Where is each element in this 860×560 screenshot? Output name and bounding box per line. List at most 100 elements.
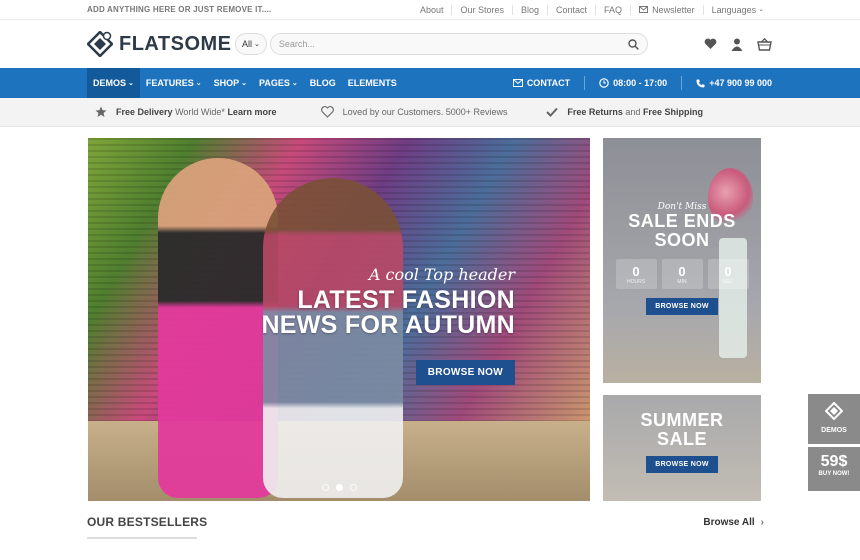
user-icon[interactable]	[731, 38, 743, 51]
chevron-down-icon: ⌄	[254, 41, 260, 48]
feature-reviews-text: Loved by our Customers. 5000+ Reviews	[342, 107, 508, 117]
nav-item-shop[interactable]: SHOP ⌄	[208, 68, 253, 98]
sale-banner-content: Don't Miss SALE ENDS SOON 0 HOURS 0 MIN 0S…	[603, 138, 761, 383]
top-link-our-stores[interactable]: Our Stores	[451, 4, 512, 15]
countdown-timer: 0 HOURS 0 MIN 0 SEC	[603, 259, 761, 289]
sale-browse-button[interactable]: BROWSE NOW	[646, 298, 718, 315]
promo-text: ADD ANYTHING HERE OR JUST REMOVE IT....	[87, 5, 272, 14]
logo[interactable]: FLATSOME	[87, 31, 235, 57]
hero-copy: A cool Top header LATEST FASHION NEWS FO…	[261, 265, 515, 338]
heart-outline-icon	[320, 106, 334, 118]
buy-now-floating-button[interactable]: 59$ BUY NOW!	[808, 447, 860, 491]
nav-phone-label: +47 900 99 000	[709, 78, 772, 88]
slider-dot[interactable]	[350, 484, 357, 491]
top-link-contact[interactable]: Contact	[547, 4, 595, 15]
summer-banner-content: SUMMER SALE BROWSE NOW	[603, 395, 761, 501]
demos-floating-label: DEMOS	[821, 427, 847, 434]
search-input[interactable]: Search...	[269, 33, 648, 55]
nav-item-elements[interactable]: ELEMENTS	[342, 68, 403, 98]
feature-normal: World Wide*	[175, 107, 225, 117]
slider-dot[interactable]	[322, 484, 329, 491]
nav-divider	[584, 76, 586, 90]
countdown-unit: HOURS	[626, 278, 646, 285]
top-links: About Our Stores Blog Contact FAQ Newsle…	[412, 4, 772, 15]
browse-all-label: Browse All	[703, 516, 755, 528]
feature-bold: Free Shipping	[642, 107, 703, 117]
summer-title-line-2: SALE	[656, 429, 707, 449]
price-label: 59$	[820, 453, 848, 470]
search-bar: All ⌄ Search...	[235, 33, 648, 55]
chevron-right-icon: ›	[760, 516, 764, 528]
feature-bold: Free Returns	[567, 107, 623, 117]
nav-phone[interactable]: +47 900 99 000	[696, 78, 772, 88]
nav-label: DEMOS	[93, 78, 127, 88]
top-link-blog[interactable]: Blog	[512, 4, 547, 15]
nav-label: PAGES	[259, 78, 290, 88]
nav-item-blog[interactable]: BLOG	[304, 68, 342, 98]
chevron-down-icon: ⌄	[291, 80, 298, 87]
summer-browse-button[interactable]: BROWSE NOW	[646, 456, 718, 473]
nav-contact-link[interactable]: CONTACT	[512, 78, 570, 88]
countdown-value: 0	[724, 263, 732, 279]
search-icon[interactable]	[628, 38, 639, 50]
slider-dots	[322, 484, 357, 491]
envelope-icon	[512, 79, 523, 87]
buy-now-label: BUY NOW!	[818, 471, 850, 477]
header-icons	[704, 37, 772, 51]
chevron-down-icon: ⌄	[758, 5, 764, 13]
search-category-value: All	[242, 39, 253, 49]
countdown-value: 0	[632, 263, 640, 279]
summer-title-line-1: SUMMER	[640, 410, 724, 430]
sale-title: SALE ENDS SOON	[603, 212, 761, 250]
envelope-icon	[639, 6, 649, 13]
sale-title-line-1: SALE ENDS	[628, 211, 736, 231]
sale-banner[interactable]: Don't Miss SALE ENDS SOON 0 HOURS 0 MIN 0S…	[603, 138, 761, 383]
nav-hours-label: 08:00 - 17:00	[613, 78, 668, 88]
nav-label: FEATURES	[145, 78, 194, 88]
chevron-down-icon: ⌄	[195, 80, 202, 87]
feature-text: Free Delivery World Wide* Learn more	[116, 107, 276, 117]
learn-more-link[interactable]: Learn more	[227, 107, 276, 117]
nav-item-demos[interactable]: DEMOS ⌄	[87, 68, 140, 98]
feature-free-delivery: Free Delivery World Wide* Learn more	[95, 106, 321, 118]
hero-title-line-1: LATEST FASHION	[297, 286, 515, 314]
sale-title-line-2: SOON	[654, 230, 710, 250]
logo-text: FLATSOME	[119, 32, 232, 55]
star-icon	[95, 106, 107, 117]
feature-normal: and	[625, 107, 641, 117]
newsletter-label: Newsletter	[652, 4, 695, 15]
site-header: FLATSOME All ⌄ Search...	[0, 20, 860, 68]
bestsellers-header: OUR BESTSELLERS Browse All ›	[0, 507, 860, 539]
main-nav: DEMOS ⌄ FEATURES ⌄ SHOP ⌄ PAGES ⌄ BLOG ELEME…	[0, 68, 860, 98]
bestsellers-title: OUR BESTSELLERS	[87, 515, 208, 539]
chevron-down-icon: ⌄	[241, 80, 247, 87]
search-category-select[interactable]: All ⌄	[235, 33, 267, 55]
logo-icon	[87, 31, 113, 57]
browse-all-link[interactable]: Browse All ›	[703, 517, 764, 528]
newsletter-link[interactable]: Newsletter	[630, 4, 703, 15]
main-content: A cool Top header LATEST FASHION NEWS FO…	[0, 127, 860, 507]
top-link-about[interactable]: About	[412, 5, 452, 15]
search-placeholder: Search...	[278, 39, 315, 49]
nav-hours: 08:00 - 17:00	[599, 78, 667, 88]
languages-label: Languages	[711, 4, 757, 15]
demos-floating-button[interactable]: DEMOS	[808, 394, 860, 444]
countdown-minutes: 0 MIN	[661, 259, 703, 289]
chevron-down-icon: ⌄	[128, 80, 134, 87]
hero-slider[interactable]: A cool Top header LATEST FASHION NEWS FO…	[88, 138, 590, 501]
slider-dot-active[interactable]	[336, 484, 343, 491]
hero-title-line-2: NEWS FOR AUTUMN	[261, 311, 515, 339]
clock-icon	[599, 78, 609, 88]
summer-sale-banner[interactable]: SUMMER SALE BROWSE NOW	[603, 395, 761, 501]
languages-dropdown[interactable]: Languages ⌄	[702, 4, 772, 15]
hero-title: LATEST FASHION NEWS FOR AUTUMN	[261, 288, 515, 338]
top-bar: ADD ANYTHING HERE OR JUST REMOVE IT.... …	[0, 0, 860, 20]
nav-label: ELEMENTS	[347, 78, 397, 88]
cart-icon[interactable]	[757, 37, 772, 51]
nav-item-pages[interactable]: PAGES ⌄	[253, 68, 304, 98]
countdown-unit: SEC	[722, 278, 734, 285]
heart-icon[interactable]	[704, 38, 717, 50]
top-link-faq[interactable]: FAQ	[595, 4, 630, 15]
nav-item-features[interactable]: FEATURES ⌄	[140, 68, 208, 98]
hero-browse-button[interactable]: BROWSE NOW	[415, 360, 515, 385]
